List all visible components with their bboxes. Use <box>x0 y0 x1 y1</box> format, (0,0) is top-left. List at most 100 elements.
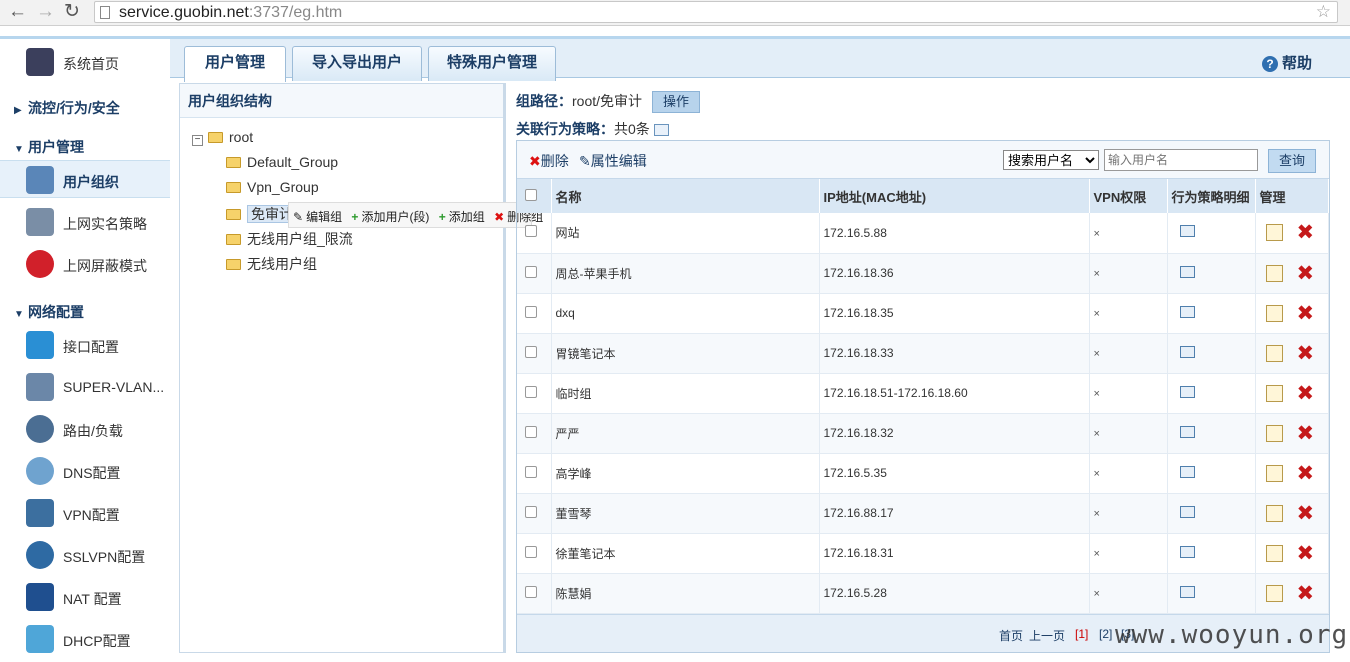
select-all-checkbox[interactable] <box>525 188 537 201</box>
search-type-select[interactable]: 搜索用户名 <box>1003 150 1099 170</box>
tree-node[interactable]: Vpn_Group <box>226 179 319 195</box>
tab-import-export[interactable]: 导入导出用户 <box>292 46 422 81</box>
delete-icon[interactable]: ✖ <box>1297 221 1315 244</box>
row-checkbox[interactable] <box>525 545 537 558</box>
sidebar-item-realname[interactable]: 上网实名策略 <box>0 203 170 241</box>
detail-icon[interactable] <box>1179 505 1195 518</box>
sidebar-section-user[interactable]: ▼ 用户管理 <box>14 137 84 157</box>
search-input[interactable] <box>1104 149 1258 171</box>
row-select-cell <box>517 453 552 494</box>
page-1-link[interactable]: [1] <box>1075 627 1088 641</box>
tab-user-management[interactable]: 用户管理 <box>184 46 286 82</box>
forward-icon[interactable]: → <box>36 2 55 22</box>
add-user-action[interactable]: + 添加用户(段) <box>351 210 432 224</box>
row-checkbox[interactable] <box>525 225 537 238</box>
row-checkbox[interactable] <box>525 505 537 518</box>
back-icon[interactable]: ← <box>8 2 27 22</box>
sidebar-section-flow[interactable]: ▶ 流控/行为/安全 <box>14 98 120 118</box>
edit-icon[interactable] <box>1265 224 1283 242</box>
row-checkbox[interactable] <box>525 385 537 398</box>
operate-button[interactable]: 操作 <box>652 91 701 113</box>
delete-button[interactable]: ✖删除 <box>529 151 569 171</box>
collapse-icon[interactable]: − <box>192 135 203 146</box>
edit-icon[interactable] <box>1265 584 1283 602</box>
edit-icon[interactable] <box>1265 464 1283 482</box>
add-group-action[interactable]: + 添加组 <box>439 210 488 224</box>
policy-detail-cell <box>1167 413 1256 454</box>
detail-icon[interactable] <box>1179 305 1195 318</box>
address-bar[interactable]: service.guobin.net:3737/eg.htm ☆ <box>94 1 1338 23</box>
edit-icon[interactable] <box>1265 264 1283 282</box>
reload-icon[interactable]: ↻ <box>64 2 80 22</box>
col-policy[interactable]: 行为策略明细 <box>1167 179 1256 213</box>
col-ip[interactable]: IP地址(MAC地址) <box>819 179 1090 213</box>
detail-icon[interactable] <box>653 124 669 136</box>
tree-node[interactable]: 无线用户组_限流 <box>226 229 353 249</box>
detail-icon[interactable] <box>1179 545 1195 558</box>
property-edit-button[interactable]: ✎属性编辑 <box>579 151 647 171</box>
col-name[interactable]: 名称 <box>551 179 820 213</box>
delete-icon[interactable]: ✖ <box>1297 582 1315 605</box>
sidebar-item-block[interactable]: 上网屏蔽模式 <box>0 245 170 283</box>
prev-page-link[interactable]: 上一页 <box>1029 627 1065 644</box>
detail-icon[interactable] <box>1179 385 1195 398</box>
detail-icon[interactable] <box>1179 465 1195 478</box>
user-table: 名称 IP地址(MAC地址) VPN权限 行为策略明细 管理 网站 172.16.… <box>517 179 1329 614</box>
page-2-link[interactable]: [2] <box>1099 627 1112 641</box>
sidebar-item-dns[interactable]: DNS配置 <box>0 452 170 490</box>
detail-icon[interactable] <box>1179 345 1195 358</box>
detail-icon[interactable] <box>1179 425 1195 438</box>
delete-icon[interactable]: ✖ <box>1297 462 1315 485</box>
row-checkbox[interactable] <box>525 345 537 358</box>
first-page-link[interactable]: 首页 <box>999 627 1023 644</box>
tree-node-root[interactable]: − root <box>192 129 253 146</box>
sidebar-item-vpn[interactable]: VPN配置 <box>0 494 170 532</box>
sidebar-item-user-group[interactable]: 用户组织 <box>0 160 170 198</box>
sidebar-item-home[interactable]: 系统首页 <box>0 43 170 81</box>
tree-node[interactable]: Default_Group <box>226 154 338 170</box>
delete-icon[interactable]: ✖ <box>1297 502 1315 525</box>
col-vpn[interactable]: VPN权限 <box>1089 179 1168 213</box>
delete-icon[interactable]: ✖ <box>1297 382 1315 405</box>
detail-icon[interactable] <box>1179 585 1195 598</box>
detail-icon[interactable] <box>1179 225 1195 238</box>
edit-group-action[interactable]: ✎ 编辑组 <box>293 210 345 224</box>
col-manage[interactable]: 管理 <box>1255 179 1329 213</box>
dhcp-icon <box>26 625 54 653</box>
query-button[interactable]: 查询 <box>1268 149 1316 173</box>
sidebar-section-net[interactable]: ▼ 网络配置 <box>14 302 84 322</box>
edit-icon[interactable] <box>1265 344 1283 362</box>
edit-icon[interactable] <box>1265 544 1283 562</box>
delete-icon[interactable]: ✖ <box>1297 262 1315 285</box>
sidebar-item-sslvpn[interactable]: SSLVPN配置 <box>0 536 170 574</box>
edit-icon[interactable] <box>1265 424 1283 442</box>
row-checkbox[interactable] <box>525 265 537 278</box>
sidebar-item-route[interactable]: 路由/负载 <box>0 410 170 448</box>
delete-icon[interactable]: ✖ <box>1297 302 1315 325</box>
detail-icon[interactable] <box>1179 265 1195 278</box>
sidebar-item-dhcp[interactable]: DHCP配置 <box>0 620 170 658</box>
vpn-monitor-icon <box>26 499 54 527</box>
delete-icon[interactable]: ✖ <box>1297 542 1315 565</box>
tree-node-selected[interactable]: 免审计 <box>226 204 297 224</box>
delete-icon[interactable]: ✖ <box>1297 422 1315 445</box>
edit-icon[interactable] <box>1265 304 1283 322</box>
sidebar-item-interface[interactable]: 接口配置 <box>0 326 170 364</box>
edit-icon[interactable] <box>1265 384 1283 402</box>
row-checkbox[interactable] <box>525 465 537 478</box>
bookmark-star-icon[interactable]: ☆ <box>1316 2 1331 22</box>
user-name: 临时组 <box>551 373 820 414</box>
row-checkbox[interactable] <box>525 585 537 598</box>
sidebar-item-nat[interactable]: NAT 配置 <box>0 578 170 616</box>
tree-node[interactable]: 无线用户组 <box>226 254 317 274</box>
tab-special-users[interactable]: 特殊用户管理 <box>428 46 556 81</box>
help-link[interactable]: ? 帮助 <box>1261 52 1312 73</box>
edit-icon[interactable] <box>1265 504 1283 522</box>
manage-cell: ✖ <box>1255 573 1329 614</box>
delete-icon[interactable]: ✖ <box>1297 342 1315 365</box>
row-checkbox[interactable] <box>525 425 537 438</box>
policy-detail-cell <box>1167 213 1256 254</box>
sidebar-item-supervlan[interactable]: SUPER-VLAN... <box>0 368 170 406</box>
user-ip: 172.16.5.88 <box>819 213 1090 254</box>
row-checkbox[interactable] <box>525 305 537 318</box>
